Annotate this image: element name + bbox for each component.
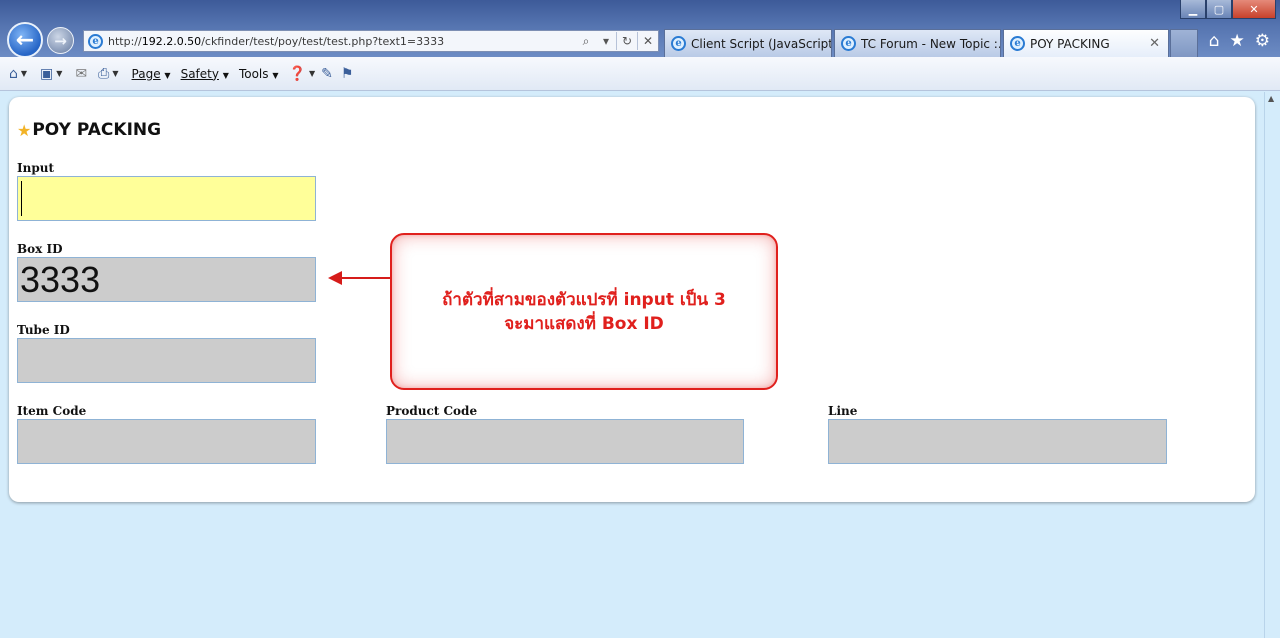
annotation-callout: ถ้าตัวที่สามของตัวแปรที่ input เป็น 3 จะ… (390, 233, 778, 390)
research-icon[interactable]: ✎ (321, 66, 333, 82)
ie-page-icon: e (841, 36, 856, 51)
annotation-arrow-line (340, 277, 391, 279)
url-text[interactable]: http://192.2.0.50/ckfinder/test/poy/test… (108, 35, 576, 48)
home-icon[interactable]: ⌂ (9, 66, 18, 82)
annotation-line-2: จะมาแสดงที่ Box ID (504, 313, 664, 334)
tab-client-script[interactable]: e Client Script (JavaScript, ... (664, 29, 832, 57)
tab-label: Client Script (JavaScript, ... (691, 36, 832, 51)
input-label: Input (17, 161, 54, 175)
product-code-label: Product Code (386, 404, 478, 418)
scroll-up-icon[interactable]: ▲ (1268, 94, 1274, 103)
chevron-down-icon[interactable]: ▼ (21, 69, 27, 78)
vertical-scrollbar[interactable]: ▲ (1264, 92, 1280, 638)
back-button[interactable]: ← (7, 22, 43, 58)
address-bar[interactable]: e http://192.2.0.50/ckfinder/test/poy/te… (83, 30, 659, 52)
arrow-left-icon: ← (15, 27, 35, 53)
search-icon[interactable]: ⌕ (576, 34, 596, 49)
product-code-field[interactable] (386, 419, 744, 464)
box-id-value: 3333 (20, 259, 101, 300)
stop-icon[interactable]: ✕ (638, 34, 658, 48)
browser-right-icons: ⌂ ★ ⚙ (1209, 31, 1270, 51)
annotation-arrow-head (328, 271, 342, 285)
line-label: Line (828, 404, 858, 418)
mail-icon[interactable]: ✉ (75, 66, 87, 82)
print-icon[interactable]: ⎙ (98, 66, 109, 82)
tab-label: TC Forum - New Topic :... (861, 36, 1001, 51)
tab-tc-forum[interactable]: e TC Forum - New Topic :... (834, 29, 1001, 57)
tab-poy-packing[interactable]: e POY PACKING ✕ (1003, 29, 1169, 57)
menu-safety[interactable]: Safety ▼ (181, 67, 229, 81)
settings-gear-icon[interactable]: ⚙ (1255, 31, 1270, 51)
home-icon[interactable]: ⌂ (1209, 31, 1220, 51)
menu-tools[interactable]: Tools ▼ (239, 67, 279, 81)
arrow-right-icon: → (54, 31, 67, 50)
box-id-field[interactable]: 3333 (17, 257, 316, 302)
close-tab-icon[interactable]: ✕ (1149, 36, 1160, 51)
help-icon[interactable]: ❓ (289, 66, 306, 82)
close-window-button[interactable]: ✕ (1232, 0, 1276, 19)
new-tab-button[interactable] (1170, 29, 1198, 57)
item-code-field[interactable] (17, 419, 316, 464)
dropdown-arrow-icon[interactable]: ▾ (596, 34, 616, 48)
forward-button[interactable]: → (47, 27, 74, 54)
tube-id-label: Tube ID (17, 323, 70, 337)
chevron-down-icon[interactable]: ▼ (56, 69, 62, 78)
star-icon: ★ (17, 120, 32, 140)
ie-page-icon: e (1010, 36, 1025, 51)
line-field[interactable] (828, 419, 1167, 464)
menu-page[interactable]: Page ▼ (132, 67, 171, 81)
chevron-down-icon[interactable]: ▼ (112, 69, 118, 78)
command-bar: ⌂ ▼ ▣ ▼ ✉ ⎙ ▼ Page ▼ Safety ▼ Tools ▼ ❓ … (0, 57, 1280, 91)
input-field[interactable] (17, 176, 316, 221)
window-controls: ▁ ▢ ✕ (1180, 0, 1276, 19)
text-cursor (21, 181, 22, 216)
tube-id-field[interactable] (17, 338, 316, 383)
ie-page-icon: e (671, 36, 686, 51)
annotation-text: ถ้าตัวที่สามของตัวแปรที่ input เป็น 3 จะ… (442, 288, 726, 336)
item-code-label: Item Code (17, 404, 87, 418)
tab-label: POY PACKING (1030, 36, 1110, 51)
favorites-star-icon[interactable]: ★ (1230, 31, 1245, 51)
annotation-line-1: ถ้าตัวที่สามของตัวแปรที่ input เป็น 3 (442, 289, 726, 310)
chevron-down-icon[interactable]: ▼ (309, 69, 315, 78)
browser-titlebar: ▁ ▢ ✕ ← → e http://192.2.0.50/ckfinder/t… (0, 0, 1280, 58)
minimize-button[interactable]: ▁ (1180, 0, 1206, 19)
ie-page-icon: e (88, 33, 103, 49)
feeds-icon[interactable]: ▣ (40, 66, 53, 82)
refresh-icon[interactable]: ↻ (617, 34, 637, 48)
translate-icon[interactable]: ⚑ (341, 66, 354, 82)
maximize-button[interactable]: ▢ (1206, 0, 1232, 19)
page-title: ★ POY PACKING (17, 120, 162, 140)
box-id-label: Box ID (17, 242, 63, 256)
